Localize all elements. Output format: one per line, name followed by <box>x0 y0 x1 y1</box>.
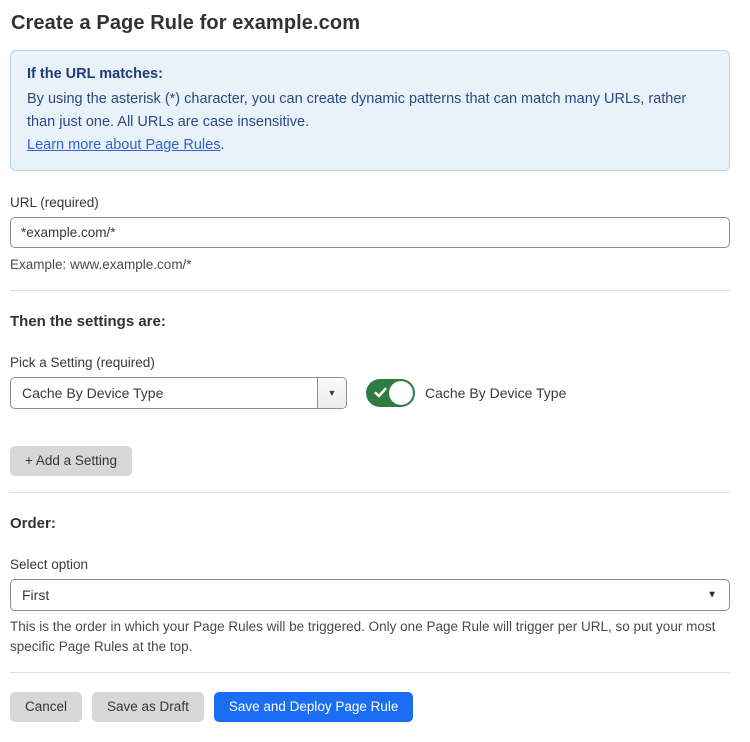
info-callout-heading: If the URL matches: <box>27 63 713 85</box>
setting-dropdown-value: Cache By Device Type <box>11 378 317 408</box>
order-helper-text: This is the order in which your Page Rul… <box>10 617 730 656</box>
settings-section-heading: Then the settings are: <box>10 312 730 331</box>
add-setting-button[interactable]: + Add a Setting <box>10 446 132 476</box>
order-select-label: Select option <box>10 556 730 573</box>
setting-row: Cache By Device Type ▼ Cache By Device T… <box>10 377 730 409</box>
page-title: Create a Page Rule for example.com <box>11 10 730 36</box>
url-example-helper: Example: www.example.com/* <box>10 255 730 274</box>
check-icon <box>374 386 387 399</box>
toggle-label: Cache By Device Type <box>425 385 566 401</box>
setting-picker-label: Pick a Setting (required) <box>10 354 730 371</box>
chevron-down-icon[interactable]: ▼ <box>317 378 346 408</box>
divider <box>10 290 730 291</box>
toggle-knob <box>389 381 413 405</box>
save-and-deploy-button[interactable]: Save and Deploy Page Rule <box>214 692 414 722</box>
order-section-heading: Order: <box>10 514 730 533</box>
divider <box>10 492 730 493</box>
info-callout-link-line: Learn more about Page Rules. <box>27 134 713 157</box>
info-callout-body: By using the asterisk (*) character, you… <box>27 88 713 134</box>
divider <box>10 672 730 673</box>
order-select[interactable]: First ▼ <box>10 579 730 611</box>
url-field-label: URL (required) <box>10 194 730 211</box>
chevron-down-icon: ▼ <box>707 590 717 601</box>
url-match-info-callout: If the URL matches: By using the asteris… <box>10 50 730 171</box>
link-period: . <box>220 137 224 153</box>
save-as-draft-button[interactable]: Save as Draft <box>92 692 204 722</box>
action-button-row: Cancel Save as Draft Save and Deploy Pag… <box>10 692 730 722</box>
page-rule-form: Create a Page Rule for example.com If th… <box>0 0 750 742</box>
order-select-value: First <box>22 587 49 603</box>
url-input[interactable] <box>10 217 730 248</box>
setting-toggle[interactable] <box>366 379 415 407</box>
learn-more-link[interactable]: Learn more about Page Rules <box>27 137 220 153</box>
cancel-button[interactable]: Cancel <box>10 692 82 722</box>
setting-dropdown[interactable]: Cache By Device Type ▼ <box>10 377 347 409</box>
